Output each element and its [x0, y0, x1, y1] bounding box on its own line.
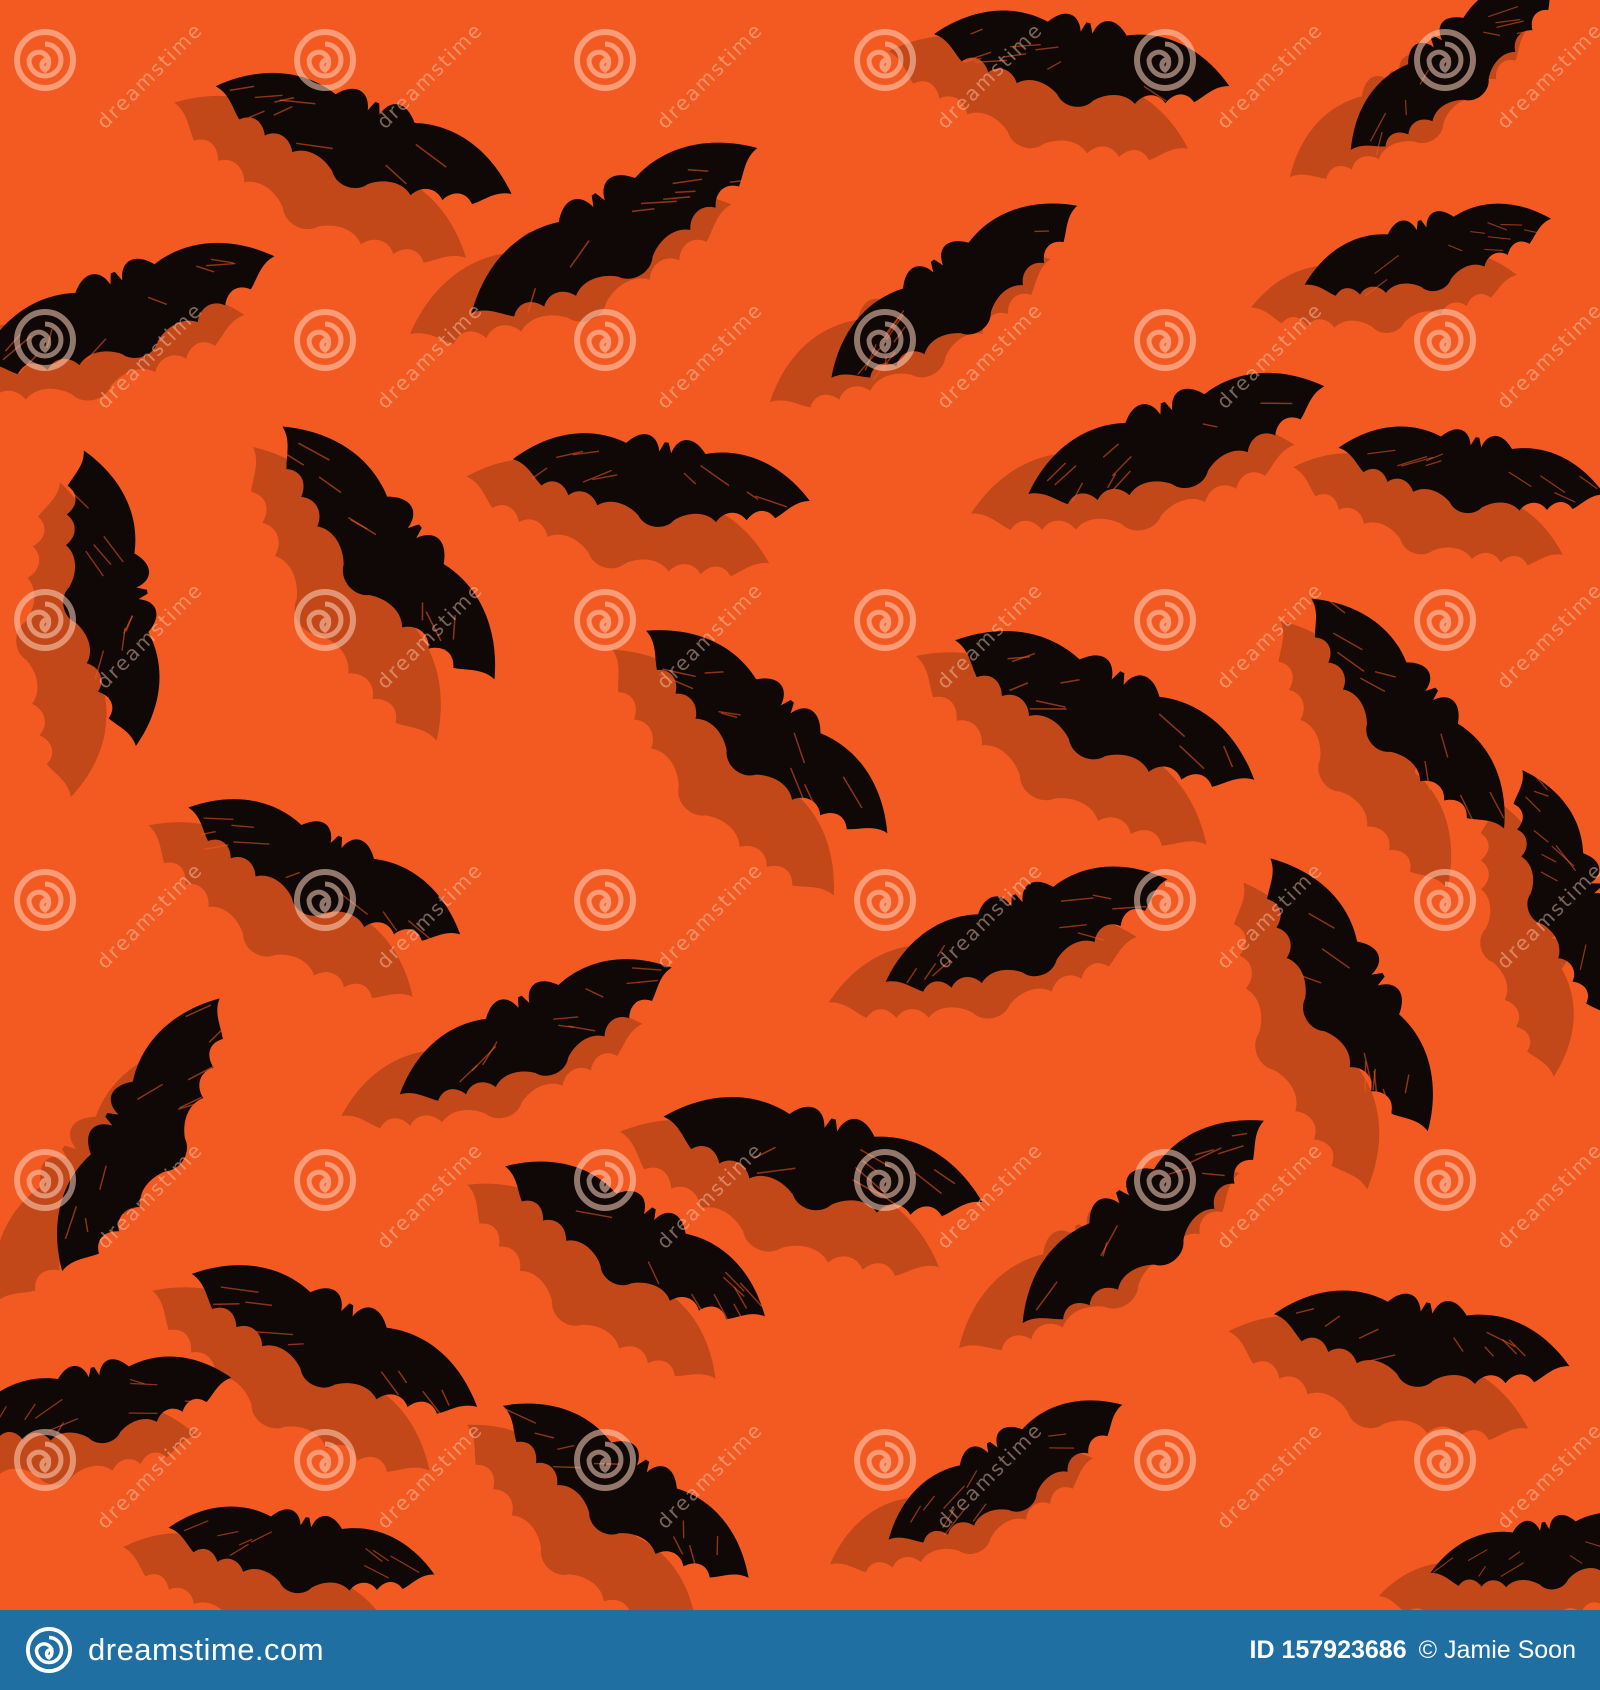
bat-pattern-artwork: dreamstime dreamstime dreamstime dreamstime…	[0, 0, 1600, 1610]
stock-footer-bar: dreamstime.com ID 157923686 © Jamie Soon	[0, 1610, 1600, 1690]
image-id: ID 157923686	[1249, 1635, 1407, 1664]
spiral-icon	[25, 1626, 73, 1674]
brand[interactable]: dreamstime.com	[24, 1625, 324, 1675]
bat-pattern-canvas: dreamstime dreamstime dreamstime dreamstime…	[0, 0, 1600, 1610]
image-meta: ID 157923686 © Jamie Soon	[1250, 1636, 1576, 1665]
brand-text: dreamstime.com	[88, 1632, 325, 1667]
image-credit: © Jamie Soon	[1418, 1635, 1576, 1664]
